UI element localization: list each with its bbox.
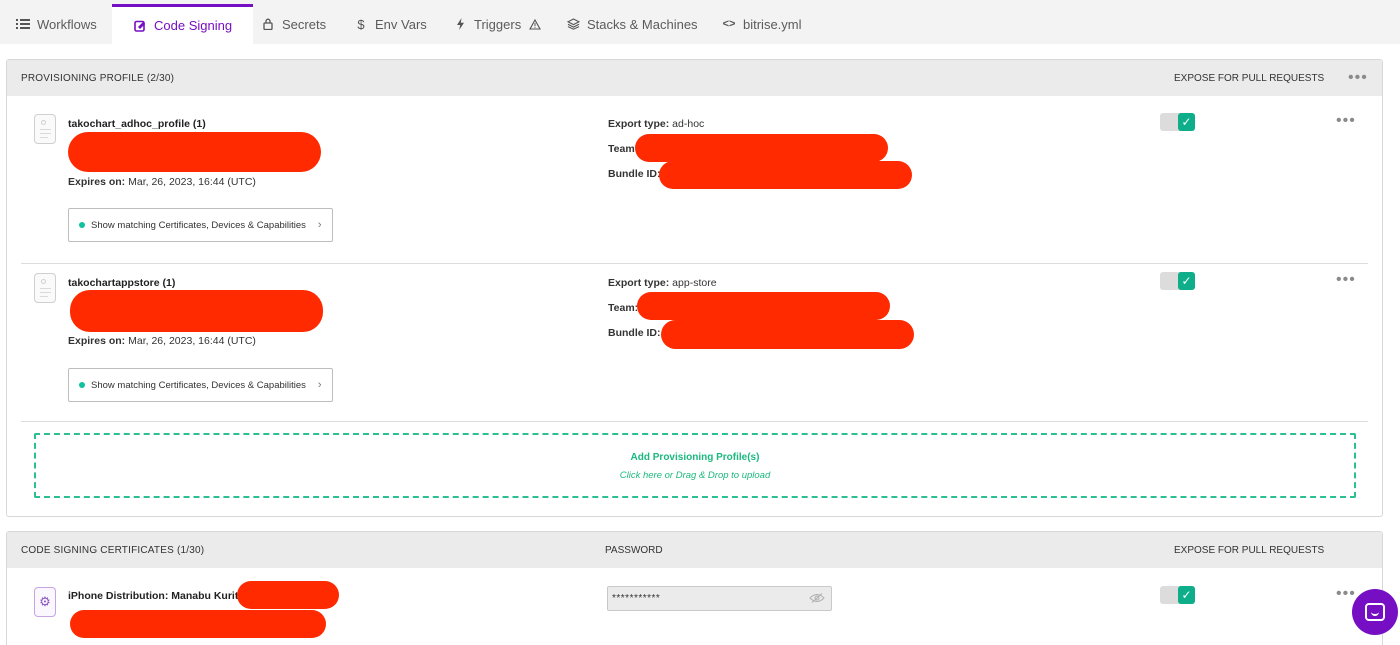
- expose-header-label: EXPOSE FOR PULL REQUESTS: [1174, 73, 1325, 84]
- expose-toggle[interactable]: ✓: [1160, 113, 1195, 131]
- chevron-right-icon: ›: [317, 379, 322, 391]
- expose-toggle[interactable]: ✓: [1160, 586, 1195, 604]
- redaction: [661, 320, 914, 349]
- bolt-icon: [453, 17, 467, 31]
- password-mask: ***********: [612, 593, 661, 604]
- check-icon: ✓: [1178, 113, 1195, 131]
- profile-name: takochartappstore (1): [68, 277, 176, 289]
- show-matching-label: Show matching Certificates, Devices & Ca…: [91, 379, 306, 391]
- tab-label: Code Signing: [154, 18, 233, 33]
- profile-row: takochart_adhoc_profile (1) Expires on: …: [7, 96, 1382, 264]
- dollar-icon: $: [357, 16, 365, 32]
- provisioning-header-title: PROVISIONING PROFILE (2/30): [21, 73, 175, 84]
- show-matching-button[interactable]: Show matching Certificates, Devices & Ca…: [68, 208, 333, 242]
- tab-label: bitrise.yml: [743, 16, 802, 32]
- check-icon: ✓: [1178, 586, 1195, 604]
- tab-bitrise-yml[interactable]: <> bitrise.yml: [722, 4, 802, 44]
- password-header-label: PASSWORD: [605, 545, 663, 556]
- chat-icon: [1365, 603, 1385, 621]
- profile-expires: Expires on: Mar, 26, 2023, 16:44 (UTC): [68, 176, 256, 188]
- tab-secrets[interactable]: Secrets: [261, 4, 326, 44]
- show-matching-label: Show matching Certificates, Devices & Ca…: [91, 219, 306, 231]
- top-tab-bar: Workflows Code Signing Secrets $ Env Var…: [0, 0, 1400, 44]
- redaction: [635, 134, 888, 162]
- redaction: [637, 292, 890, 320]
- tab-label: Env Vars: [375, 16, 427, 32]
- bundle-id-label: Bundle ID:: [608, 168, 661, 180]
- show-matching-button[interactable]: Show matching Certificates, Devices & Ca…: [68, 368, 333, 402]
- tab-workflows[interactable]: Workflows: [16, 4, 97, 44]
- redaction: [68, 132, 321, 172]
- status-dot-icon: [79, 382, 85, 388]
- redaction: [70, 610, 326, 638]
- warning-icon: [528, 17, 542, 31]
- redaction: [659, 161, 912, 189]
- list-icon: [16, 17, 30, 31]
- profile-name: takochart_adhoc_profile (1): [68, 118, 206, 130]
- team-label: Team:: [608, 302, 639, 314]
- tab-label: Secrets: [282, 16, 327, 32]
- redaction: [237, 581, 339, 609]
- expose-toggle[interactable]: ✓: [1160, 272, 1195, 290]
- more-icon[interactable]: •••: [1336, 271, 1356, 289]
- tab-triggers[interactable]: Triggers: [453, 4, 542, 44]
- eye-slash-icon[interactable]: [809, 592, 825, 606]
- lock-icon: [261, 17, 275, 31]
- upload-title: Add Provisioning Profile(s): [630, 452, 760, 463]
- bundle-id-label: Bundle ID:: [608, 327, 661, 339]
- divider: [21, 421, 1368, 422]
- chat-launcher-button[interactable]: [1352, 589, 1398, 635]
- upload-subtitle: Click here or Drag & Drop to upload: [619, 470, 771, 481]
- provisioning-profile-panel: PROVISIONING PROFILE (2/30) EXPOSE FOR P…: [6, 59, 1383, 517]
- more-icon[interactable]: •••: [1336, 112, 1356, 130]
- more-icon[interactable]: •••: [1348, 69, 1368, 87]
- export-type: Export type: ad-hoc: [608, 118, 705, 130]
- password-field[interactable]: ***********: [607, 586, 832, 611]
- signing-icon: [133, 19, 147, 33]
- tab-label: Workflows: [37, 16, 97, 32]
- more-icon[interactable]: •••: [1336, 585, 1356, 603]
- redaction: [70, 290, 323, 332]
- tab-label: Stacks & Machines: [587, 16, 698, 32]
- status-dot-icon: [79, 222, 85, 228]
- profile-expires: Expires on: Mar, 26, 2023, 16:44 (UTC): [68, 335, 256, 347]
- tab-stacks-machines[interactable]: Stacks & Machines: [566, 4, 698, 44]
- code-signing-certificates-panel: CODE SIGNING CERTIFICATES (1/30) PASSWOR…: [6, 531, 1383, 645]
- stack-icon: [566, 17, 580, 31]
- chevron-right-icon: ›: [317, 219, 322, 231]
- tab-label: Triggers: [474, 16, 522, 32]
- team-label: Team:: [608, 143, 639, 155]
- certificate-name: iPhone Distribution: Manabu Kurita: [68, 590, 245, 602]
- code-icon: <>: [722, 18, 736, 30]
- certificates-header: CODE SIGNING CERTIFICATES (1/30) PASSWOR…: [7, 532, 1382, 568]
- document-icon: [34, 273, 56, 303]
- document-icon: [34, 114, 56, 144]
- provisioning-header: PROVISIONING PROFILE (2/30) EXPOSE FOR P…: [7, 60, 1382, 96]
- expose-header-label: EXPOSE FOR PULL REQUESTS: [1174, 545, 1325, 556]
- add-provisioning-profile-dropzone[interactable]: Add Provisioning Profile(s) Click here o…: [34, 433, 1356, 498]
- tab-code-signing[interactable]: Code Signing: [112, 4, 254, 44]
- certificate-gear-icon: ⚙: [34, 587, 56, 617]
- export-type: Export type: app-store: [608, 277, 717, 289]
- profile-row: takochartappstore (1) Expires on: Mar, 2…: [7, 264, 1382, 422]
- check-icon: ✓: [1178, 272, 1195, 290]
- certificates-header-title: CODE SIGNING CERTIFICATES (1/30): [21, 545, 205, 556]
- tab-env-vars[interactable]: $ Env Vars: [354, 4, 427, 44]
